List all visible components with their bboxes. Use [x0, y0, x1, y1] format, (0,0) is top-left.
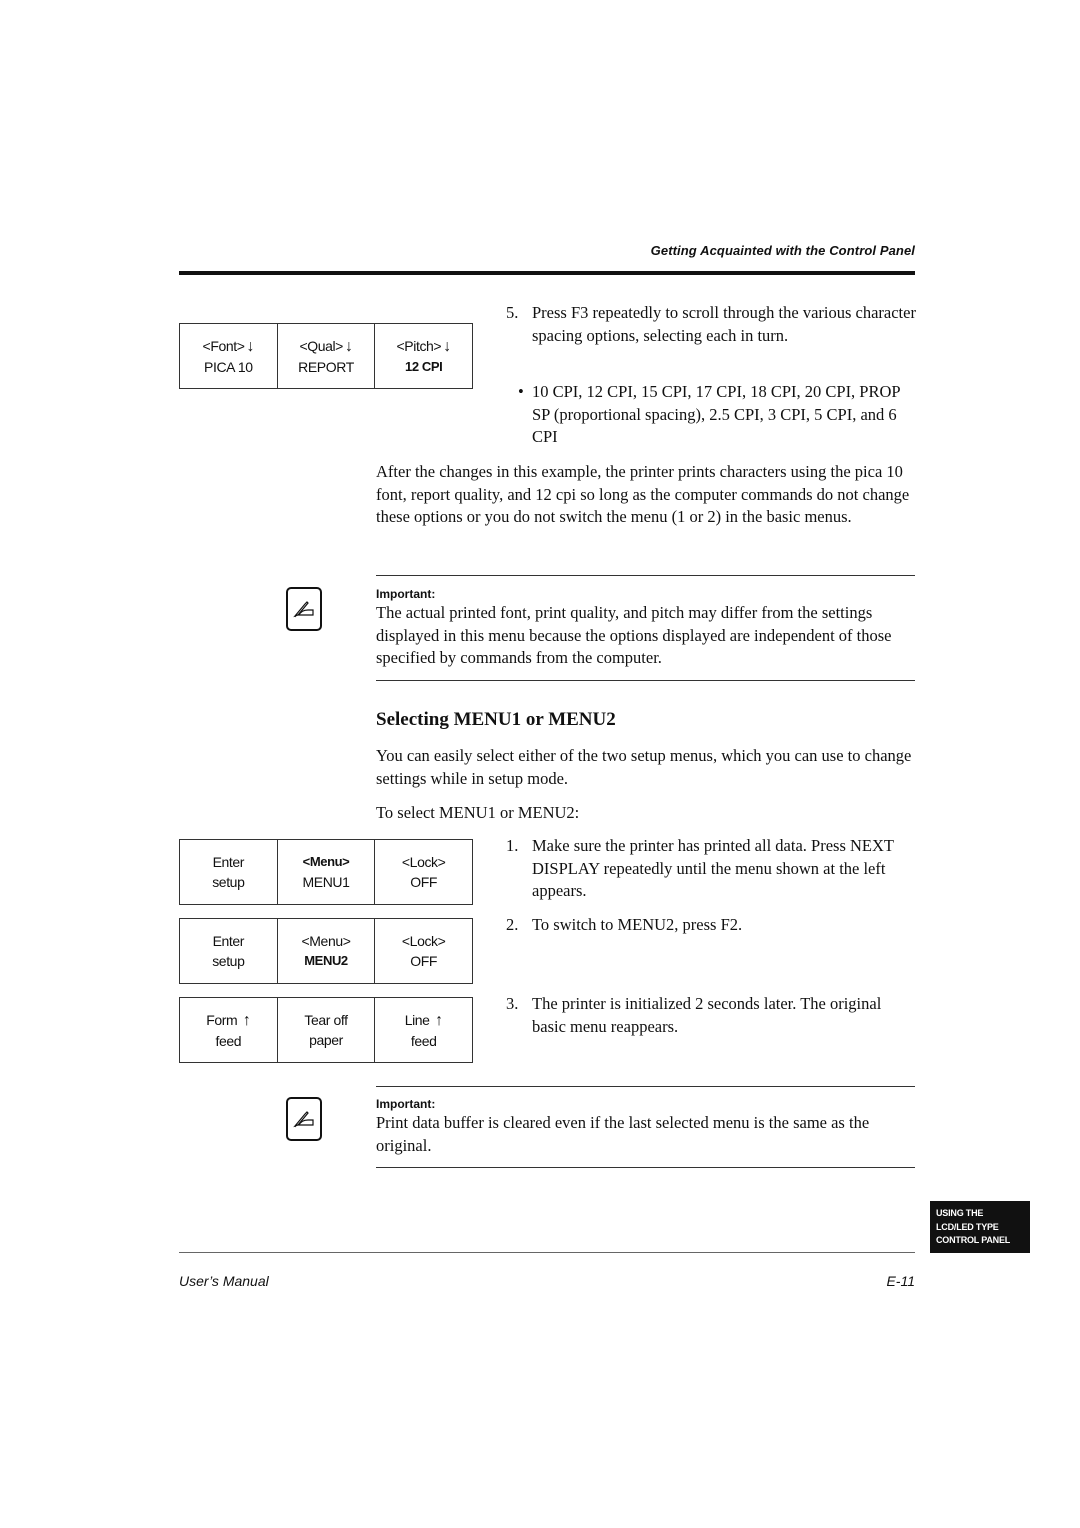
lcd-cell-value: PICA 10 — [204, 358, 253, 375]
lcd-display-basic: Form ↑ feed Tear off paper Line ↑ feed — [179, 997, 473, 1063]
bullet-text: 10 CPI, 12 CPI, 15 CPI, 17 CPI, 18 CPI, … — [532, 382, 900, 446]
lcd-cell-value: OFF — [410, 953, 438, 969]
arrow-down-icon: ↓ — [246, 337, 255, 355]
arrow-up-icon: ↑ — [242, 1011, 251, 1029]
running-header: Getting Acquainted with the Control Pane… — [650, 243, 915, 258]
lcd-cell-font: <Font> ↓ PICA 10 — [180, 324, 278, 388]
step-3: 3. The printer is initialized 2 seconds … — [506, 993, 916, 1038]
section-heading: Selecting MENU1 or MENU2 — [376, 709, 616, 730]
lcd-cell-qual: <Qual> ↓ REPORT — [278, 324, 376, 388]
note-bottom-rule — [376, 680, 915, 681]
chapter-tab-line: USING THE — [936, 1208, 984, 1218]
lcd-cell-menu: <Menu> MENU2 — [278, 919, 376, 983]
footer-rule — [179, 1252, 915, 1253]
lcd-cell-label: Enter — [212, 854, 245, 870]
lcd-cell-value: setup — [212, 874, 245, 890]
note-bottom-rule — [376, 1167, 915, 1168]
lcd-cell-label: <Menu> — [302, 854, 350, 869]
section-lead: To select MENU1 or MENU2: — [376, 803, 580, 822]
arrow-down-icon: ↓ — [344, 337, 353, 355]
lcd-cell-line-feed: Line ↑ feed — [375, 998, 472, 1062]
lcd-cell-label: <Pitch> — [396, 337, 442, 354]
lcd-cell-value: REPORT — [298, 358, 354, 375]
lcd-cell-value: setup — [212, 953, 245, 969]
writing-hand-icon-glyph — [293, 1111, 314, 1128]
chapter-tab: USING THE LCD/LED TYPE CONTROL PANEL — [930, 1201, 1030, 1253]
lcd-cell-value: MENU2 — [304, 953, 348, 968]
lcd-display-menu1: Enter setup <Menu> MENU1 <Lock> OFF — [179, 839, 473, 905]
lcd-cell-value: feed — [410, 1032, 437, 1049]
step-text: The printer is initialized 2 seconds lat… — [532, 994, 882, 1036]
header-rule — [179, 271, 915, 275]
lcd-cell-label: <Font> — [202, 337, 245, 354]
lcd-cell-value: OFF — [410, 874, 438, 890]
step-text: Press F3 repeatedly to scroll through th… — [532, 303, 916, 345]
bullet-icon: • — [518, 382, 524, 401]
step-number: 2. — [506, 915, 519, 934]
writing-hand-icon — [286, 587, 322, 631]
step-number: 1. — [506, 836, 519, 855]
lcd-cell-value: feed — [215, 1032, 242, 1049]
lcd-cell-value: MENU1 — [302, 874, 350, 890]
after-paragraph: After the changes in this example, the p… — [376, 462, 910, 526]
note-label: Important: — [376, 1097, 436, 1111]
writing-hand-icon — [286, 1097, 322, 1141]
lcd-cell-tear-off: Tear off paper — [278, 998, 376, 1062]
step-number: 3. — [506, 994, 519, 1013]
writing-hand-icon-glyph — [293, 601, 314, 618]
step-2: 2. To switch to MENU2, press F2. — [506, 914, 911, 937]
section-intro: You can easily select either of the two … — [376, 746, 912, 788]
lcd-display-menu2: Enter setup <Menu> MENU2 <Lock> OFF — [179, 918, 473, 984]
lcd-display-pitch: <Font> ↓ PICA 10 <Qual> ↓ REPORT <Pitch> ↓ … — [179, 323, 473, 389]
lcd-cell-value: 12 CPI — [405, 358, 443, 374]
lcd-cell-label: <Lock> — [401, 854, 446, 870]
lcd-cell-label: Form — [206, 1011, 238, 1028]
lcd-cell-enter-setup: Enter setup — [180, 840, 278, 904]
lcd-cell-value: paper — [309, 1032, 343, 1048]
lcd-cell-label: Tear off — [304, 1012, 348, 1028]
note-top-rule — [376, 575, 915, 576]
lcd-cell-enter-setup: Enter setup — [180, 919, 278, 983]
lcd-cell-label: Line — [404, 1011, 430, 1028]
lcd-cell-pitch: <Pitch> ↓ 12 CPI — [375, 324, 472, 388]
step-5: 5. Press F3 repeatedly to scroll through… — [506, 302, 916, 347]
pitch-options-bullet: • 10 CPI, 12 CPI, 15 CPI, 17 CPI, 18 CPI… — [518, 381, 916, 449]
step-text: Make sure the printer has printed all da… — [532, 836, 894, 900]
lcd-cell-lock: <Lock> OFF — [375, 840, 472, 904]
chapter-tab-line: LCD/LED TYPE — [936, 1221, 999, 1232]
step-text: To switch to MENU2, press F2. — [532, 915, 743, 934]
note-text: Print data buffer is cleared even if the… — [376, 1113, 870, 1155]
note-label: Important: — [376, 587, 436, 601]
chapter-tab-line: CONTROL PANEL — [936, 1235, 1011, 1245]
lcd-cell-label: <Menu> — [301, 933, 351, 949]
step-number: 5. — [506, 303, 519, 322]
lcd-cell-label: <Lock> — [401, 933, 446, 949]
step-1: 1. Make sure the printer has printed all… — [506, 835, 911, 903]
note-text: The actual printed font, print quality, … — [376, 603, 892, 667]
lcd-cell-lock: <Lock> OFF — [375, 919, 472, 983]
lcd-cell-label: <Qual> — [299, 337, 343, 354]
lcd-cell-menu: <Menu> MENU1 — [278, 840, 376, 904]
footer-manual-title: User’s Manual — [179, 1273, 269, 1289]
arrow-up-icon: ↑ — [435, 1011, 443, 1029]
page-number: E-11 — [886, 1273, 915, 1289]
arrow-down-icon: ↓ — [443, 337, 451, 355]
lcd-cell-form-feed: Form ↑ feed — [180, 998, 278, 1062]
note-top-rule — [376, 1086, 915, 1087]
lcd-cell-label: Enter — [212, 933, 245, 949]
